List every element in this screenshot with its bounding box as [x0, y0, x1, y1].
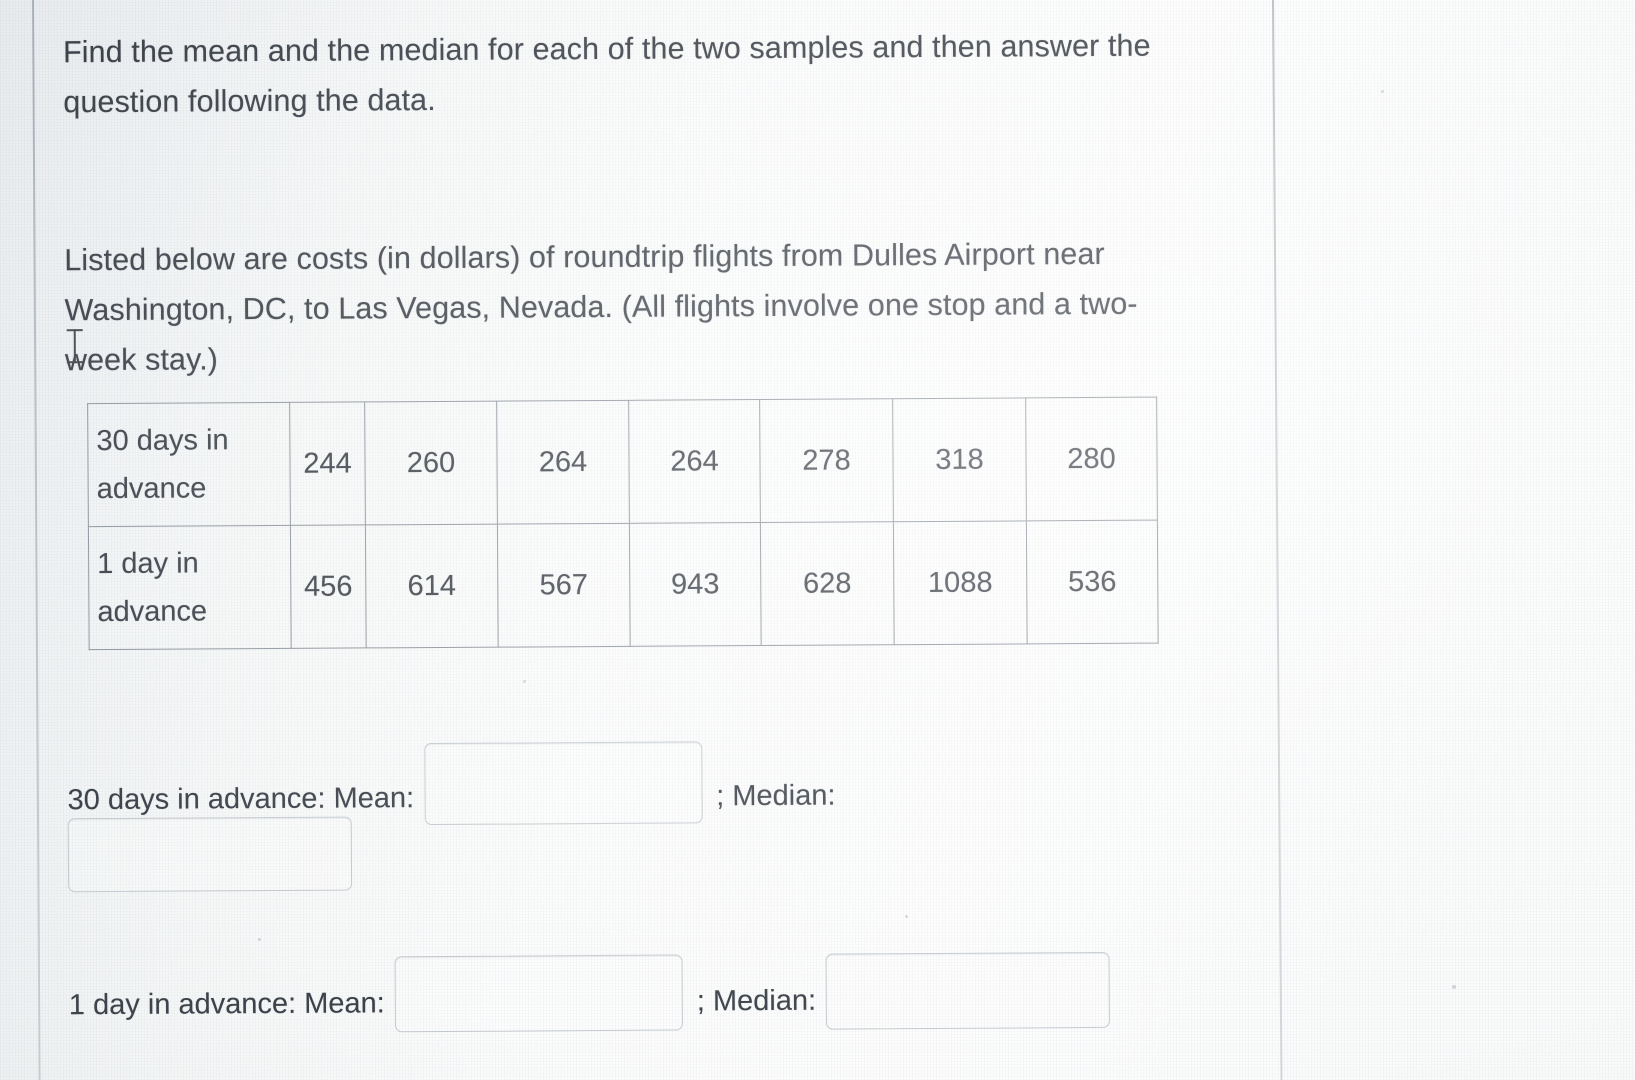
- cell-30days-2: 260: [364, 401, 498, 525]
- cell-30days-7: 280: [1025, 397, 1158, 521]
- median-input-1-day[interactable]: [825, 951, 1111, 1030]
- cell-30days-3: 264: [496, 400, 630, 525]
- table-row: 1 day in advance 456 614 567 943 628 108…: [88, 520, 1159, 650]
- cell-30days-6: 318: [892, 397, 1027, 522]
- answer-label-30-days-mean: 30 days in advance: Mean:: [67, 781, 415, 816]
- question-content: Find the mean and the median for each of…: [0, 0, 1635, 1080]
- table-row: 30 days in advance 244 260 264 264 278 3…: [87, 397, 1158, 527]
- cell-1day-2: 614: [365, 524, 499, 648]
- cell-1day-6: 1088: [893, 520, 1028, 645]
- answer-separator-30-days-median: ; Median:: [716, 779, 836, 812]
- answer-separator-1-day-median: ; Median:: [696, 984, 817, 1017]
- cell-1day-3: 567: [497, 523, 631, 648]
- cell-1day-4: 943: [629, 522, 762, 647]
- median-input-30-days[interactable]: [67, 816, 353, 893]
- mean-input-30-days[interactable]: [423, 741, 703, 826]
- cell-30days-4: 264: [628, 399, 761, 524]
- flight-costs-table: 30 days in advance 244 260 264 264 278 3…: [87, 397, 1159, 651]
- question-context-paragraph: Listed below are costs (in dollars) of r…: [64, 236, 1138, 378]
- question-instructions-paragraph: Find the mean and the median for each of…: [62, 28, 1151, 120]
- cell-1day-7: 536: [1026, 520, 1159, 644]
- screen-photo: Find the mean and the median for each of…: [0, 0, 1635, 1080]
- row-label-1-day: 1 day in advance: [88, 525, 292, 650]
- cell-1day-5: 628: [760, 521, 895, 646]
- mean-input-1-day[interactable]: [394, 954, 683, 1033]
- cell-1day-1: 456: [290, 524, 367, 649]
- answer-label-1-day-mean: 1 day in advance: Mean:: [68, 986, 385, 1021]
- row-label-30-days: 30 days in advance: [87, 402, 291, 527]
- cell-30days-5: 278: [759, 398, 894, 523]
- cell-30days-1: 244: [289, 401, 366, 526]
- answer-row-1-day: 1 day in advance: Mean: ; Median:: [68, 951, 1111, 1052]
